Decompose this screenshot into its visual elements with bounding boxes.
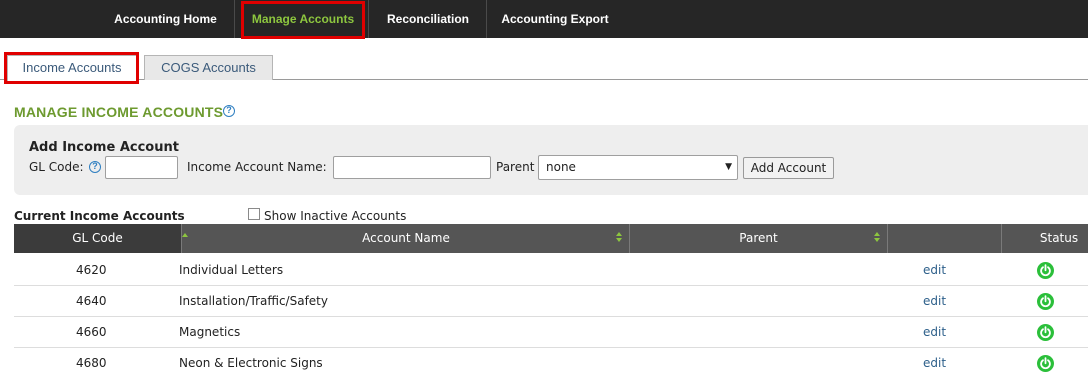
- nav-separator: [234, 0, 235, 38]
- account-name-cell: Installation/Traffic/Safety: [179, 294, 328, 308]
- income-account-name-label: Income Account Name:: [187, 160, 327, 174]
- highlight-box-nav: [241, 1, 365, 39]
- gl-code-cell: 4640: [76, 294, 107, 308]
- power-icon[interactable]: [1037, 293, 1054, 310]
- column-header-label: Account Name: [362, 231, 450, 245]
- show-inactive-checkbox[interactable]: [248, 208, 260, 220]
- table-row: 4680 Neon & Electronic Signs edit: [14, 348, 1088, 375]
- top-nav: Accounting Home Manage Accounts Reconcil…: [0, 0, 1088, 38]
- nav-accounting-export[interactable]: Accounting Export: [492, 0, 618, 38]
- add-account-button[interactable]: Add Account: [743, 157, 834, 179]
- table-row: 4660 Magnetics edit: [14, 317, 1088, 348]
- income-account-name-input[interactable]: [333, 156, 491, 179]
- power-icon[interactable]: [1037, 262, 1054, 279]
- account-name-cell: Neon & Electronic Signs: [179, 356, 323, 370]
- help-circle-icon[interactable]: ?: [223, 105, 235, 117]
- column-divider: [1001, 224, 1002, 253]
- caret-down-icon: ▼: [725, 162, 732, 172]
- column-header-label: Parent: [739, 231, 778, 245]
- nav-accounting-home[interactable]: Accounting Home: [104, 0, 227, 38]
- account-name-cell: Magnetics: [179, 325, 241, 339]
- sort-arrows-icon: [874, 232, 881, 244]
- parent-select-value: none: [546, 160, 576, 174]
- column-header-parent[interactable]: Parent: [630, 224, 887, 253]
- sort-arrows-icon: [616, 232, 623, 244]
- column-header-label: GL Code: [72, 231, 123, 245]
- gl-code-input[interactable]: [105, 156, 178, 179]
- edit-link[interactable]: edit: [923, 348, 946, 375]
- column-header-status[interactable]: Status: [1014, 224, 1088, 253]
- show-inactive-label[interactable]: Show Inactive Accounts: [264, 209, 406, 223]
- page-title: MANAGE INCOME ACCOUNTS: [14, 104, 224, 120]
- tab-cogs-accounts[interactable]: COGS Accounts: [144, 55, 273, 80]
- column-header-gl-code[interactable]: GL Code: [14, 224, 188, 253]
- gl-code-cell: 4620: [76, 263, 107, 277]
- gl-code-label: GL Code:: [29, 160, 84, 174]
- table-header: GL Code Account Name Parent Status: [14, 224, 1088, 253]
- parent-select[interactable]: none ▼: [538, 155, 738, 180]
- gl-code-cell: 4660: [76, 325, 107, 339]
- power-icon[interactable]: [1037, 355, 1054, 372]
- power-icon[interactable]: [1037, 324, 1054, 341]
- table-row: 4640 Installation/Traffic/Safety edit: [14, 286, 1088, 317]
- parent-label: Parent: [496, 160, 535, 174]
- highlight-box-tab: [4, 52, 139, 84]
- gl-code-cell: 4680: [76, 356, 107, 370]
- edit-link[interactable]: edit: [923, 255, 946, 286]
- edit-link[interactable]: edit: [923, 317, 946, 348]
- account-name-cell: Individual Letters: [179, 263, 284, 277]
- nav-reconciliation[interactable]: Reconciliation: [372, 0, 484, 38]
- current-accounts-title: Current Income Accounts: [14, 209, 185, 223]
- nav-separator: [486, 0, 487, 38]
- column-header-actions: [888, 224, 1002, 253]
- table-row: 4620 Individual Letters edit: [14, 255, 1088, 286]
- nav-separator: [368, 0, 369, 38]
- column-header-account-name[interactable]: Account Name: [182, 224, 630, 253]
- edit-link[interactable]: edit: [923, 286, 946, 317]
- help-circle-icon[interactable]: ?: [89, 161, 101, 173]
- add-account-title: Add Income Account: [29, 140, 179, 155]
